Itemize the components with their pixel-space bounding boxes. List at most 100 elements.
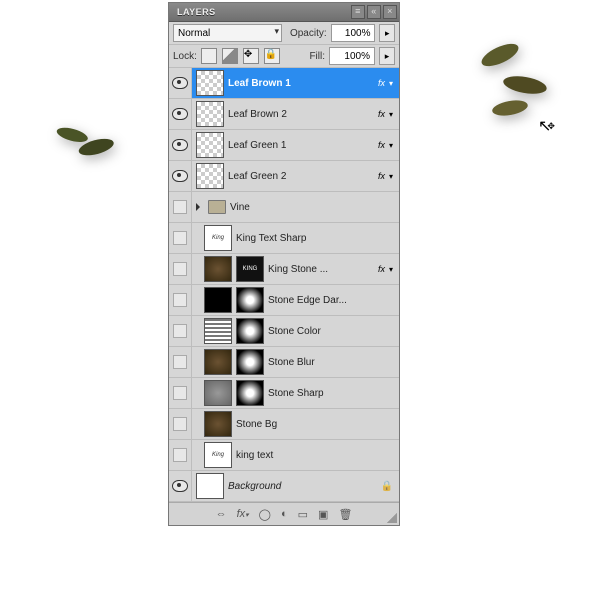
fx-expand-icon[interactable]: ▾ bbox=[389, 79, 393, 88]
visibility-toggle[interactable] bbox=[169, 347, 192, 377]
visibility-toggle[interactable] bbox=[169, 68, 192, 98]
layer-name-label[interactable]: King Stone ... bbox=[268, 264, 328, 275]
visibility-toggle[interactable] bbox=[169, 192, 192, 222]
layer-name-label[interactable]: Vine bbox=[230, 202, 250, 213]
layer-body[interactable]: KING King Stone ... fx ▾ bbox=[192, 254, 399, 284]
layer-row[interactable]: Leaf Brown 1 fx ▾ bbox=[169, 68, 399, 99]
visibility-toggle[interactable] bbox=[169, 130, 192, 160]
layer-body[interactable]: Stone Color bbox=[192, 316, 399, 346]
layer-row[interactable]: Kingking text bbox=[169, 440, 399, 471]
layer-row[interactable]: Stone Color bbox=[169, 316, 399, 347]
fx-indicator-icon[interactable]: fx bbox=[378, 171, 385, 181]
layer-body[interactable]: Stone Edge Dar... bbox=[192, 285, 399, 315]
panel-collapse-icon[interactable]: « bbox=[367, 5, 381, 19]
layer-body[interactable]: Stone Bg bbox=[192, 409, 399, 439]
layer-name-label[interactable]: Stone Edge Dar... bbox=[268, 295, 347, 306]
layer-thumbnail[interactable] bbox=[204, 411, 232, 437]
layer-thumbnail[interactable] bbox=[196, 70, 224, 96]
layer-row[interactable]: Stone Blur bbox=[169, 347, 399, 378]
layer-row[interactable]: Leaf Brown 2 fx ▾ bbox=[169, 99, 399, 130]
trash-icon[interactable]: 🗑 bbox=[338, 508, 352, 521]
layer-row[interactable]: Leaf Green 2 fx ▾ bbox=[169, 161, 399, 192]
layer-body[interactable]: Leaf Green 1 fx ▾ bbox=[192, 130, 399, 160]
opacity-flyout-icon[interactable]: ▸ bbox=[379, 24, 395, 42]
fill-input[interactable]: 100% bbox=[329, 47, 375, 65]
layer-name-label[interactable]: Stone Blur bbox=[268, 357, 315, 368]
layer-thumbnail[interactable]: KING bbox=[236, 256, 264, 282]
visibility-toggle[interactable] bbox=[169, 409, 192, 439]
layer-thumbnail[interactable] bbox=[236, 349, 264, 375]
layer-row[interactable]: Stone Bg bbox=[169, 409, 399, 440]
layer-body[interactable]: Leaf Brown 2 fx ▾ bbox=[192, 99, 399, 129]
layer-name-label[interactable]: Leaf Green 1 bbox=[228, 140, 286, 151]
layer-name-label[interactable]: Stone Color bbox=[268, 326, 321, 337]
layer-name-label[interactable]: Leaf Brown 1 bbox=[228, 78, 291, 89]
fx-expand-icon[interactable]: ▾ bbox=[389, 110, 393, 119]
layer-thumbnail[interactable] bbox=[204, 318, 232, 344]
layer-body[interactable]: King King Text Sharp bbox=[192, 223, 399, 253]
visibility-toggle[interactable] bbox=[169, 99, 192, 129]
fx-indicator-icon[interactable]: fx bbox=[378, 140, 385, 150]
layer-name-label[interactable]: king text bbox=[236, 450, 273, 461]
fx-expand-icon[interactable]: ▾ bbox=[389, 265, 393, 274]
visibility-toggle[interactable] bbox=[169, 285, 192, 315]
lock-transparency-icon[interactable] bbox=[201, 48, 217, 64]
blend-mode-select[interactable]: Normal bbox=[173, 24, 282, 42]
visibility-toggle[interactable] bbox=[169, 471, 192, 501]
layer-name-label[interactable]: Stone Sharp bbox=[268, 388, 324, 399]
layer-thumbnail[interactable] bbox=[196, 132, 224, 158]
visibility-toggle[interactable] bbox=[169, 161, 192, 191]
visibility-toggle[interactable] bbox=[169, 223, 192, 253]
layer-body[interactable]: Vine bbox=[192, 192, 399, 222]
layer-name-label[interactable]: Background bbox=[228, 481, 281, 492]
fx-indicator-icon[interactable]: fx bbox=[378, 78, 385, 88]
layer-thumbnail[interactable] bbox=[196, 163, 224, 189]
layer-body[interactable]: Stone Blur bbox=[192, 347, 399, 377]
layer-thumbnail[interactable] bbox=[196, 101, 224, 127]
layer-thumbnail[interactable] bbox=[236, 318, 264, 344]
layer-body[interactable]: Kingking text bbox=[192, 440, 399, 470]
layer-name-label[interactable]: Leaf Brown 2 bbox=[228, 109, 287, 120]
fx-expand-icon[interactable]: ▾ bbox=[389, 172, 393, 181]
group-icon[interactable]: ▭ bbox=[298, 508, 308, 521]
group-expand-icon[interactable] bbox=[196, 203, 200, 211]
visibility-toggle[interactable] bbox=[169, 440, 192, 470]
layer-row[interactable]: King King Text Sharp bbox=[169, 223, 399, 254]
panel-menu-icon[interactable]: ≡ bbox=[351, 5, 365, 19]
fx-indicator-icon[interactable]: fx bbox=[378, 264, 385, 274]
layer-name-label[interactable]: King Text Sharp bbox=[236, 233, 306, 244]
lock-position-icon[interactable]: ✥ bbox=[243, 48, 259, 64]
opacity-input[interactable]: 100% bbox=[331, 24, 376, 42]
layer-name-label[interactable]: Leaf Green 2 bbox=[228, 171, 286, 182]
layer-thumbnail[interactable] bbox=[236, 380, 264, 406]
layer-row[interactable]: Stone Edge Dar... bbox=[169, 285, 399, 316]
panel-close-icon[interactable]: × bbox=[383, 5, 397, 19]
mask-icon[interactable]: ◯ bbox=[259, 508, 271, 521]
fx-expand-icon[interactable]: ▾ bbox=[389, 141, 393, 150]
visibility-toggle[interactable] bbox=[169, 316, 192, 346]
fill-flyout-icon[interactable]: ▸ bbox=[379, 47, 395, 65]
layer-thumbnail[interactable]: King bbox=[204, 225, 232, 251]
new-layer-icon[interactable]: ▣ bbox=[318, 508, 328, 521]
layer-row[interactable]: Background🔒 bbox=[169, 471, 399, 502]
layer-thumbnail[interactable] bbox=[196, 473, 224, 499]
layer-thumbnail[interactable] bbox=[204, 349, 232, 375]
fx-icon[interactable]: fx▾ bbox=[237, 508, 249, 520]
link-icon[interactable]: ⇔ bbox=[216, 508, 227, 520]
layer-row[interactable]: Vine bbox=[169, 192, 399, 223]
layer-thumbnail[interactable] bbox=[236, 287, 264, 313]
layer-body[interactable]: Background🔒 bbox=[192, 471, 399, 501]
layer-thumbnail[interactable] bbox=[204, 287, 232, 313]
layer-body[interactable]: Stone Sharp bbox=[192, 378, 399, 408]
lock-image-icon[interactable] bbox=[222, 48, 238, 64]
visibility-toggle[interactable] bbox=[169, 378, 192, 408]
layer-row[interactable]: KING King Stone ... fx ▾ bbox=[169, 254, 399, 285]
layer-body[interactable]: Leaf Green 2 fx ▾ bbox=[192, 161, 399, 191]
adjustment-icon[interactable]: ◐ bbox=[281, 508, 288, 520]
lock-all-icon[interactable]: 🔒 bbox=[264, 48, 280, 64]
visibility-toggle[interactable] bbox=[169, 254, 192, 284]
layer-thumbnail[interactable] bbox=[204, 256, 232, 282]
fx-indicator-icon[interactable]: fx bbox=[378, 109, 385, 119]
layer-name-label[interactable]: Stone Bg bbox=[236, 419, 277, 430]
layer-body[interactable]: Leaf Brown 1 fx ▾ bbox=[192, 68, 399, 98]
